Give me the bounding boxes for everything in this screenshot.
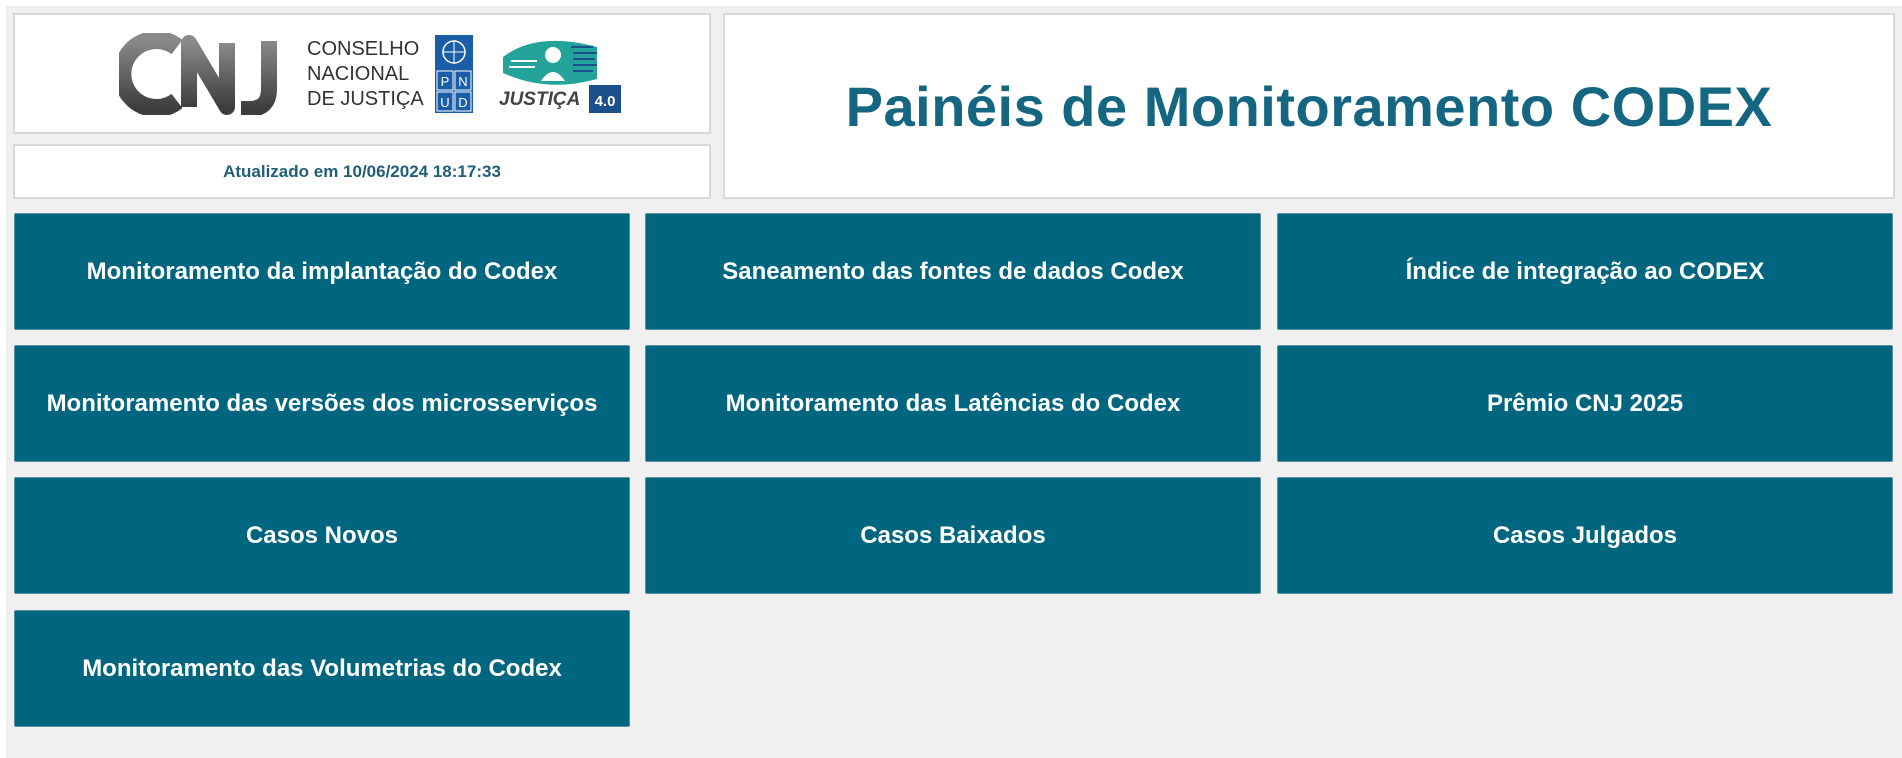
updated-panel: Atualizado em 10/06/2024 18:17:33: [13, 144, 711, 199]
logo-panel: CONSELHO NACIONAL DE JUSTIÇA P N U D JUS…: [13, 13, 711, 134]
page-title: Painéis de Monitoramento CODEX: [845, 74, 1773, 138]
title-panel: Painéis de Monitoramento CODEX: [723, 13, 1895, 199]
tile-premio-cnj[interactable]: Prêmio CNJ 2025: [1277, 345, 1893, 462]
logo-line: DE JUSTIÇA: [307, 88, 424, 110]
last-updated-text: Atualizado em 10/06/2024 18:17:33: [223, 161, 501, 181]
tile-indice-integracao[interactable]: Índice de integração ao CODEX: [1277, 213, 1893, 330]
svg-text:JUSTIÇA: JUSTIÇA: [499, 89, 580, 110]
tile-casos-julgados[interactable]: Casos Julgados: [1277, 477, 1893, 594]
tile-monitoramento-implantacao[interactable]: Monitoramento da implantação do Codex: [14, 213, 630, 330]
justica-4-logo: JUSTIÇA 4.0: [499, 40, 621, 113]
tile-versoes-microsservicos[interactable]: Monitoramento das versões dos microsserv…: [14, 345, 630, 462]
svg-text:4.0: 4.0: [595, 93, 616, 110]
logo-line: NACIONAL: [307, 63, 410, 85]
svg-text:N: N: [458, 74, 467, 89]
svg-text:P: P: [441, 74, 450, 89]
tile-latencias-codex[interactable]: Monitoramento das Latências do Codex: [645, 345, 1261, 462]
tile-volumetrias-codex[interactable]: Monitoramento das Volumetrias do Codex: [14, 610, 630, 727]
tile-casos-novos[interactable]: Casos Novos: [14, 477, 630, 594]
tile-casos-baixados[interactable]: Casos Baixados: [645, 477, 1261, 594]
logo-line: CONSELHO: [307, 38, 420, 60]
svg-text:D: D: [458, 95, 467, 110]
pnud-logo: P N U D: [435, 35, 473, 113]
svg-text:U: U: [440, 95, 449, 110]
tile-saneamento-fontes[interactable]: Saneamento das fontes de dados Codex: [645, 213, 1261, 330]
cnj-wordmark: CONSELHO NACIONAL DE JUSTIÇA: [307, 37, 424, 112]
